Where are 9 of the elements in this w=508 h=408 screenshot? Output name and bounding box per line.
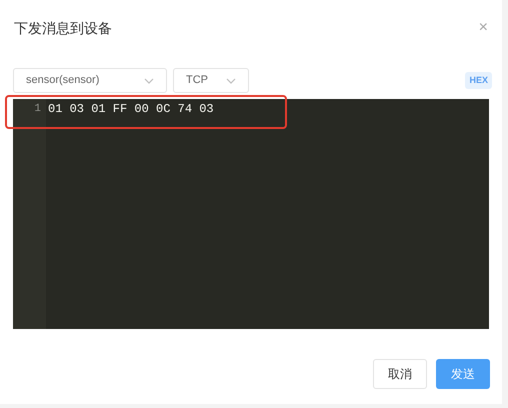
dropdown-select[interactable]: sensor(sensor) — [13, 68, 167, 93]
line-number: 1 — [33, 102, 41, 117]
chevron-down-icon — [226, 78, 236, 84]
cancel-button[interactable]: 取消 — [373, 359, 427, 389]
hex-badge: HEX — [465, 72, 492, 90]
dialog-title: 下发消息到设备 — [14, 18, 112, 38]
dropdown-select[interactable]: TCP — [173, 68, 249, 93]
code-line: 01 03 01 FF 00 0C 74 03 — [48, 101, 214, 118]
chevron-down-icon — [144, 78, 154, 84]
